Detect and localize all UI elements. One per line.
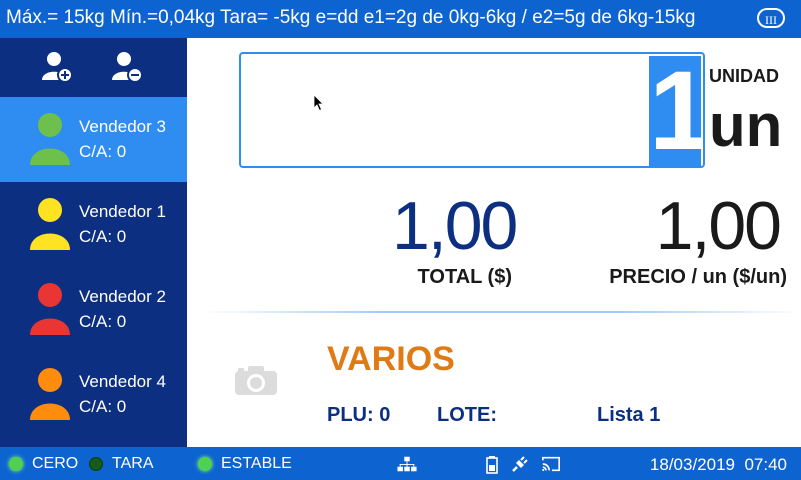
seller-sidebar: Vendedor 3 C/A: 0 Vendedor 1 C/A: 0 Vend… xyxy=(0,38,187,447)
seller-ca: C/A: 0 xyxy=(79,312,127,331)
seller-tools xyxy=(0,38,187,96)
unit-value: un xyxy=(709,92,783,159)
camera-icon[interactable] xyxy=(234,364,278,396)
plu-label: PLU: 0 xyxy=(327,404,391,426)
battery-icon xyxy=(486,456,498,474)
user-avatar-icon xyxy=(30,113,70,165)
quantity-input-display[interactable] xyxy=(239,52,705,168)
price-list-label[interactable]: Lista 1 xyxy=(597,404,660,427)
date: 18/03/2019 xyxy=(649,455,735,474)
add-user-icon xyxy=(42,52,73,83)
seller-item-4[interactable]: Vendedor 4 C/A: 0 xyxy=(0,352,187,437)
unit-price-label: PRECIO / un ($/un) xyxy=(609,266,787,288)
stable-label: ESTABLE xyxy=(221,455,292,472)
remove-seller-button[interactable] xyxy=(110,50,144,84)
product-name: VARIOS xyxy=(327,340,455,378)
network-icon xyxy=(397,456,417,472)
seller-item-3[interactable]: Vendedor 3 C/A: 0 xyxy=(0,97,187,182)
user-avatar-icon xyxy=(30,198,70,250)
zero-label: CERO xyxy=(32,455,79,472)
mouse-pointer-icon xyxy=(313,94,324,112)
zero-indicator-led xyxy=(9,457,23,471)
add-seller-button[interactable] xyxy=(40,50,74,84)
cast-icon xyxy=(542,456,560,472)
seller-name: Vendedor 2 xyxy=(79,287,166,306)
scale-spec-text: Máx.= 15kg Mín.=0,04kg Tara= -5kg e=dd e… xyxy=(6,7,696,28)
tare-indicator-led xyxy=(89,457,103,471)
seller-name: Vendedor 1 xyxy=(79,202,166,221)
quantity-value: 1 xyxy=(649,56,701,166)
unit-price-value: 1,00 xyxy=(655,188,782,264)
seller-ca: C/A: 0 xyxy=(79,227,127,246)
seller-name: Vendedor 4 xyxy=(79,372,166,391)
seller-ca: C/A: 0 xyxy=(79,397,127,416)
section-divider xyxy=(201,311,801,313)
time: 07:40 xyxy=(744,455,787,474)
power-plug-icon xyxy=(512,456,528,472)
status-bar: CERO TARA ESTABLE 18/03/2019 07:40 xyxy=(0,447,801,480)
remove-user-icon xyxy=(112,52,143,83)
seller-item-1[interactable]: Vendedor 1 C/A: 0 xyxy=(0,182,187,267)
seller-ca: C/A: 0 xyxy=(79,142,127,161)
unit-label: UNIDAD xyxy=(709,66,779,86)
date-time: 18/03/2019 07:40 xyxy=(650,455,787,475)
main-panel: 1 UNIDAD un 1,00 TOTAL ($) 1,00 PRECIO /… xyxy=(187,38,801,447)
total-label: TOTAL ($) xyxy=(417,266,512,288)
seller-name: Vendedor 3 xyxy=(79,117,166,136)
user-avatar-icon xyxy=(30,283,70,335)
total-value: 1,00 xyxy=(392,188,518,264)
user-avatar-icon xyxy=(30,368,70,420)
accuracy-class-badge: III xyxy=(757,8,785,28)
top-info-bar: Máx.= 15kg Mín.=0,04kg Tara= -5kg e=dd e… xyxy=(0,0,801,38)
stable-indicator-led xyxy=(198,457,212,471)
tare-label: TARA xyxy=(112,455,154,472)
seller-item-2[interactable]: Vendedor 2 C/A: 0 xyxy=(0,267,187,352)
lote-label: LOTE: xyxy=(437,404,497,426)
